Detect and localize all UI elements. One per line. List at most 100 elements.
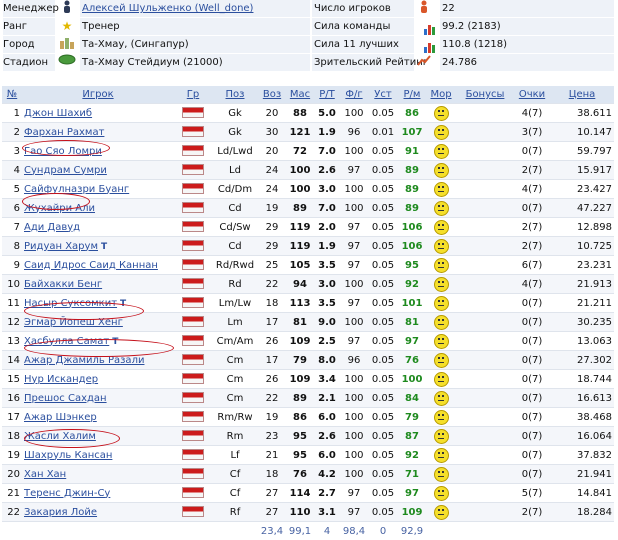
col-header-age[interactable]: Воз (258, 86, 286, 104)
player-name-link[interactable]: Ажар Шэнкер (24, 412, 97, 423)
player-name-cell: Саид Идрос Саид Каннан (22, 256, 174, 275)
col-header-growth[interactable]: Р/Т (314, 86, 340, 104)
player-fatigue: 0.05 (368, 237, 398, 256)
col-header-citizenship[interactable]: Гр (174, 86, 212, 104)
player-price: 18.744 (550, 370, 614, 389)
player-name-link[interactable]: Закария Лойе (24, 507, 97, 518)
player-name-cell: Ади Давуд (22, 218, 174, 237)
player-number: 5 (2, 180, 22, 199)
player-fatigue: 0.05 (368, 332, 398, 351)
player-position: Cm (212, 389, 258, 408)
col-header-points[interactable]: Очки (514, 86, 550, 104)
player-age: 19 (258, 408, 286, 427)
player-name-cell: Джон Шахиб (22, 104, 174, 123)
player-name-link[interactable]: Теренс Джин-Су (24, 488, 110, 499)
player-bonuses (456, 275, 514, 294)
citizenship-cell (174, 465, 212, 484)
player-name-link[interactable]: Сундрам Сумри (24, 165, 107, 176)
player-name-link[interactable]: Сайфулназри Буанг (24, 184, 129, 195)
player-position: Cd/Sw (212, 218, 258, 237)
table-row: 6Жухайри АлиCd19897.01000.05890(7)47.227 (2, 199, 614, 218)
player-form: 100 (340, 142, 368, 161)
player-form: 100 (340, 104, 368, 123)
player-growth: 7.0 (314, 142, 340, 161)
table-row: 20Хан ХанCf18764.21000.05710(7)21.941 (2, 465, 614, 484)
player-age: 21 (258, 446, 286, 465)
citizenship-cell (174, 484, 212, 503)
player-name-cell: Хан Хан (22, 465, 174, 484)
table-row: 22Закария ЛойеRf271103.1970.051092(7)18.… (2, 503, 614, 522)
col-header-mastery[interactable]: Мас (286, 86, 314, 104)
player-position: Rd (212, 275, 258, 294)
player-number: 17 (2, 408, 22, 427)
player-bonuses (456, 503, 514, 522)
player-growth: 2.1 (314, 389, 340, 408)
player-position: Cd (212, 199, 258, 218)
player-position: Rd/Rwd (212, 256, 258, 275)
player-name-link[interactable]: Нур Искандер (24, 374, 98, 385)
citizenship-cell (174, 294, 212, 313)
player-number: 12 (2, 313, 22, 332)
player-position: Rm/Rw (212, 408, 258, 427)
col-header-morale[interactable]: Мор (426, 86, 456, 104)
player-name-link[interactable]: Хан Хан (24, 469, 66, 480)
player-real-mastery: 100 (398, 370, 426, 389)
smiley-face-icon (434, 334, 449, 349)
smiley-face-icon (434, 258, 449, 273)
player-growth: 2.0 (314, 218, 340, 237)
player-name-link[interactable]: Фархан Рахмат (24, 127, 104, 138)
player-real-mastery: 92 (398, 275, 426, 294)
player-name-link[interactable]: Ридуан Харум (24, 241, 98, 252)
col-header-form[interactable]: Ф/г (340, 86, 368, 104)
player-growth: 2.6 (314, 161, 340, 180)
table-row: 17Ажар ШэнкерRm/Rw19866.01000.05790(7)38… (2, 408, 614, 427)
table-row: 1Джон ШахибGk20885.01000.05864(7)38.611 (2, 104, 614, 123)
player-fatigue: 0.05 (368, 484, 398, 503)
player-name-link[interactable]: Ади Давуд (24, 222, 80, 233)
col-header-price[interactable]: Цена (550, 86, 614, 104)
player-mastery: 95 (286, 427, 314, 446)
player-name-link[interactable]: Байхакки Бенг (24, 279, 102, 290)
player-age: 22 (258, 389, 286, 408)
player-name-link[interactable]: Шахруль Кансан (24, 450, 112, 461)
singapore-flag-icon (182, 259, 204, 270)
player-growth: 3.4 (314, 370, 340, 389)
table-row: 19Шахруль КансанLf21956.01000.05920(7)37… (2, 446, 614, 465)
col-header-bonuses[interactable]: Бонусы (456, 86, 514, 104)
player-mastery: 110 (286, 503, 314, 522)
player-price: 10.147 (550, 123, 614, 142)
player-icon (415, 0, 433, 17)
citizenship-cell (174, 427, 212, 446)
player-fatigue: 0.05 (368, 427, 398, 446)
citizenship-cell (174, 332, 212, 351)
player-growth: 2.7 (314, 484, 340, 503)
player-price: 21.913 (550, 275, 614, 294)
player-fatigue: 0.05 (368, 256, 398, 275)
manager-link[interactable]: Алексей Шульженко (Well_done) (80, 0, 310, 17)
bar-chart-icon (415, 36, 433, 53)
player-price: 23.427 (550, 180, 614, 199)
col-header-fatigue[interactable]: Уст (368, 86, 398, 104)
player-number: 16 (2, 389, 22, 408)
player-real-mastery: 76 (398, 351, 426, 370)
player-name-link[interactable]: Джон Шахиб (24, 108, 92, 119)
player-points: 5(7) (514, 484, 550, 503)
citizenship-cell (174, 199, 212, 218)
player-name-link[interactable]: Саид Идрос Саид Каннан (24, 260, 158, 271)
player-mastery: 94 (286, 275, 314, 294)
player-form: 97 (340, 332, 368, 351)
player-mastery: 88 (286, 104, 314, 123)
col-header-player[interactable]: Игрок (22, 86, 174, 104)
player-mastery: 95 (286, 446, 314, 465)
col-header-real-mastery[interactable]: Р/м (398, 86, 426, 104)
player-growth: 6.0 (314, 408, 340, 427)
player-form: 100 (340, 408, 368, 427)
col-header-position[interactable]: Поз (212, 86, 258, 104)
player-form: 97 (340, 218, 368, 237)
citizenship-cell (174, 275, 212, 294)
player-mastery: 109 (286, 370, 314, 389)
player-morale-cell (426, 408, 456, 427)
player-growth: 2.5 (314, 332, 340, 351)
col-header-number[interactable]: № (2, 86, 22, 104)
player-name-link[interactable]: Прешос Сахдан (24, 393, 107, 404)
